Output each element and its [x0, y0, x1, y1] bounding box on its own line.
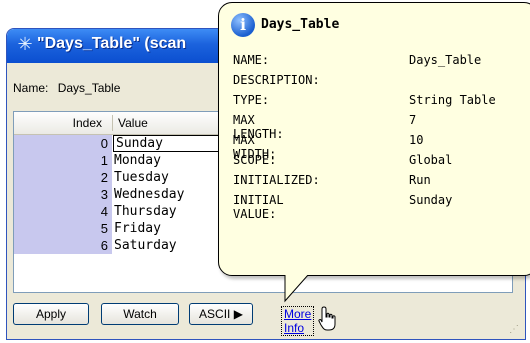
resize-grip-icon[interactable]: ⋰ — [509, 324, 519, 335]
row-index: 1 — [14, 152, 112, 169]
info-icon: i — [231, 13, 255, 37]
field-value: Run — [409, 173, 431, 187]
window-title: "Days_Table" (scan — [37, 35, 187, 52]
field-value: 7 — [409, 113, 417, 127]
row-index: 0 — [14, 135, 112, 152]
info-tooltip: i Days_Table NAME: Days_Table DESCRIPTION… — [218, 2, 530, 276]
row-value-editor[interactable]: Sunday — [113, 135, 223, 152]
field-key: SCOPE: — [233, 153, 277, 167]
row-index: 3 — [14, 186, 112, 203]
row-value[interactable]: Friday — [114, 220, 161, 237]
field-value: Sunday — [409, 193, 453, 207]
apply-button[interactable]: Apply — [13, 303, 89, 325]
field-key: INITIAL VALUE: — [233, 193, 284, 221]
field-key: NAME: — [233, 53, 270, 67]
field-value: 10 — [409, 133, 424, 147]
watch-button[interactable]: Watch — [101, 303, 179, 325]
tooltip-pointer — [284, 275, 309, 303]
name-value: Days_Table — [57, 81, 121, 95]
field-value: String Table — [409, 93, 496, 107]
field-value: Days_Table — [409, 53, 482, 67]
field-key: TYPE: — [233, 93, 270, 107]
row-index: 4 — [14, 203, 112, 220]
row-index: 5 — [14, 220, 112, 237]
column-header-index[interactable]: Index — [73, 116, 102, 130]
row-value[interactable]: Monday — [114, 152, 161, 169]
hand-cursor-icon — [318, 306, 336, 331]
field-key: DESCRIPTION: — [233, 73, 320, 87]
more-info-link[interactable]: More Info — [281, 306, 315, 336]
name-label: Name: — [13, 81, 49, 95]
column-header-value[interactable]: Value — [118, 116, 148, 130]
sparkle-icon: ✳ — [17, 34, 33, 55]
row-value[interactable]: Saturday — [114, 237, 177, 254]
row-value[interactable]: Thursday — [114, 203, 177, 220]
row-index: 6 — [14, 237, 112, 254]
field-value: Global — [409, 153, 453, 167]
row-index: 2 — [14, 169, 112, 186]
tooltip-title: Days_Table — [261, 17, 340, 32]
name-row: Name: Days_Table — [13, 81, 120, 95]
column-divider[interactable] — [112, 115, 113, 131]
field-key: INITIALIZED: — [233, 173, 320, 187]
ascii-button[interactable]: ASCII ▶ — [189, 303, 253, 325]
row-value[interactable]: Tuesday — [114, 169, 169, 186]
row-value[interactable]: Wednesday — [114, 186, 184, 203]
